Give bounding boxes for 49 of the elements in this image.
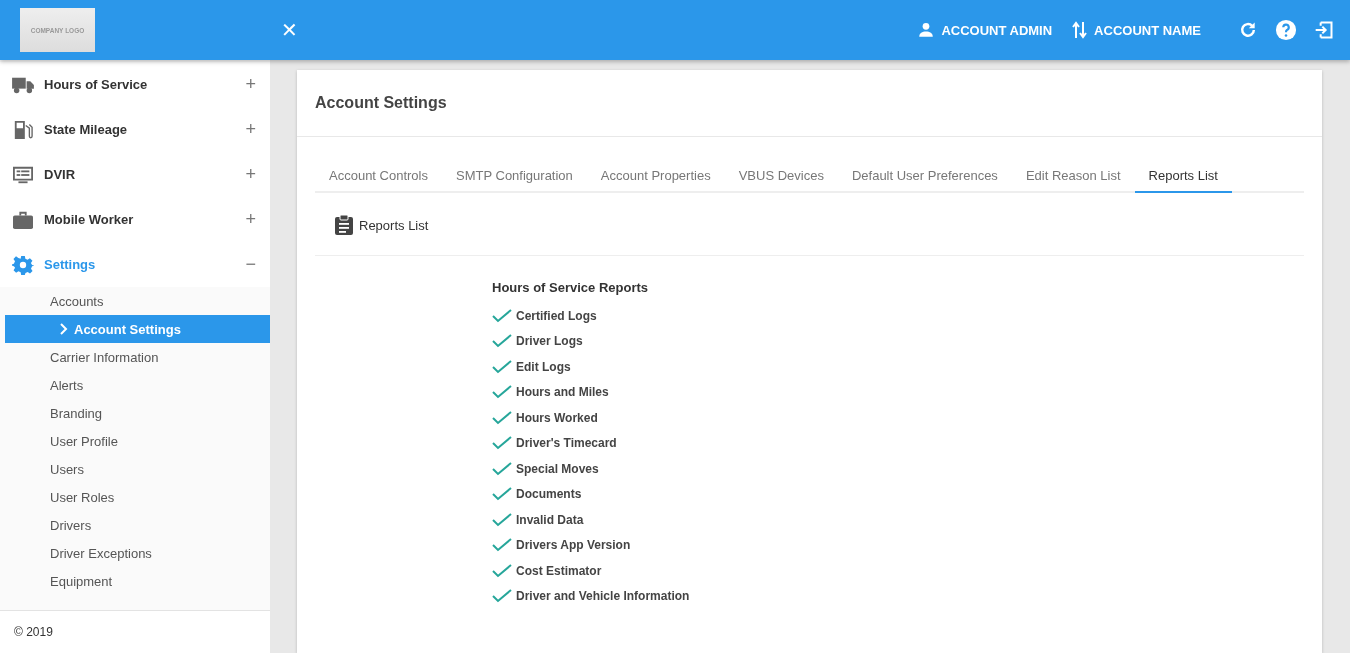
report-name: Documents <box>516 487 582 502</box>
nav-group[interactable]: State Mileage + <box>0 107 270 152</box>
report-name: Cost Estimator <box>516 563 602 578</box>
nav-item[interactable]: Branding <box>0 399 270 427</box>
nav-item[interactable]: Driver Exceptions <box>0 539 270 567</box>
report-name: Driver and Vehicle Information <box>516 589 690 604</box>
nav-group[interactable]: Settings − <box>0 242 270 287</box>
report-name: Certified Logs <box>516 308 597 323</box>
help-button[interactable] <box>1275 19 1297 41</box>
person-icon <box>917 21 936 39</box>
report-name: Edit Logs <box>516 359 571 374</box>
report-name: Hours and Miles <box>516 385 609 400</box>
tab[interactable]: Account Controls <box>315 160 442 193</box>
copyright-text: © 2019 <box>14 625 53 639</box>
chevron-icon <box>60 323 68 335</box>
gear-icon <box>12 254 34 275</box>
nav-item[interactable]: Equipment <box>0 567 270 595</box>
nav-item[interactable]: Drivers <box>0 511 270 539</box>
tab[interactable]: VBUS Devices <box>724 160 838 193</box>
nav-item[interactable]: Accounts <box>0 287 270 315</box>
nav-item[interactable]: User Roles <box>0 483 270 511</box>
nav-group[interactable]: Mobile Worker + <box>0 197 270 242</box>
report-name: Invalid Data <box>516 512 584 527</box>
nav-item[interactable]: Alerts <box>0 371 270 399</box>
tab[interactable]: Default User Preferences <box>837 160 1012 193</box>
tab[interactable]: Reports List <box>1134 160 1232 193</box>
report-name: Drivers App Version <box>516 538 631 553</box>
report-name: Driver's Timecard <box>516 436 617 451</box>
swap-arrows-icon <box>1072 21 1089 39</box>
tab[interactable]: SMTP Configuration <box>442 160 587 193</box>
fuel-pump-icon <box>12 119 34 140</box>
report-name: Hours Worked <box>516 410 598 425</box>
nav-item[interactable]: Users <box>0 455 270 483</box>
nav-group[interactable]: DVIR + <box>0 152 270 197</box>
nav-item[interactable]: User Profile <box>0 427 270 455</box>
monitor-icon <box>12 164 34 185</box>
tab[interactable]: Edit Reason List <box>1011 160 1135 193</box>
tab[interactable]: Account Properties <box>586 160 725 193</box>
page-title: Account Settings <box>297 70 1322 137</box>
report-name: Driver Logs <box>516 334 583 349</box>
logout-button[interactable] <box>1314 20 1334 40</box>
report-name: Special Moves <box>516 461 599 476</box>
nav-group[interactable]: Hours of Service + <box>0 62 270 107</box>
refresh-button[interactable] <box>1238 20 1258 40</box>
briefcase-icon <box>12 209 34 230</box>
clipboard-icon <box>335 215 353 235</box>
nav-item[interactable]: Carrier Information <box>0 343 270 371</box>
report-group-title: Hours of Service Reports <box>492 280 650 295</box>
section-title: Reports List <box>359 217 429 233</box>
